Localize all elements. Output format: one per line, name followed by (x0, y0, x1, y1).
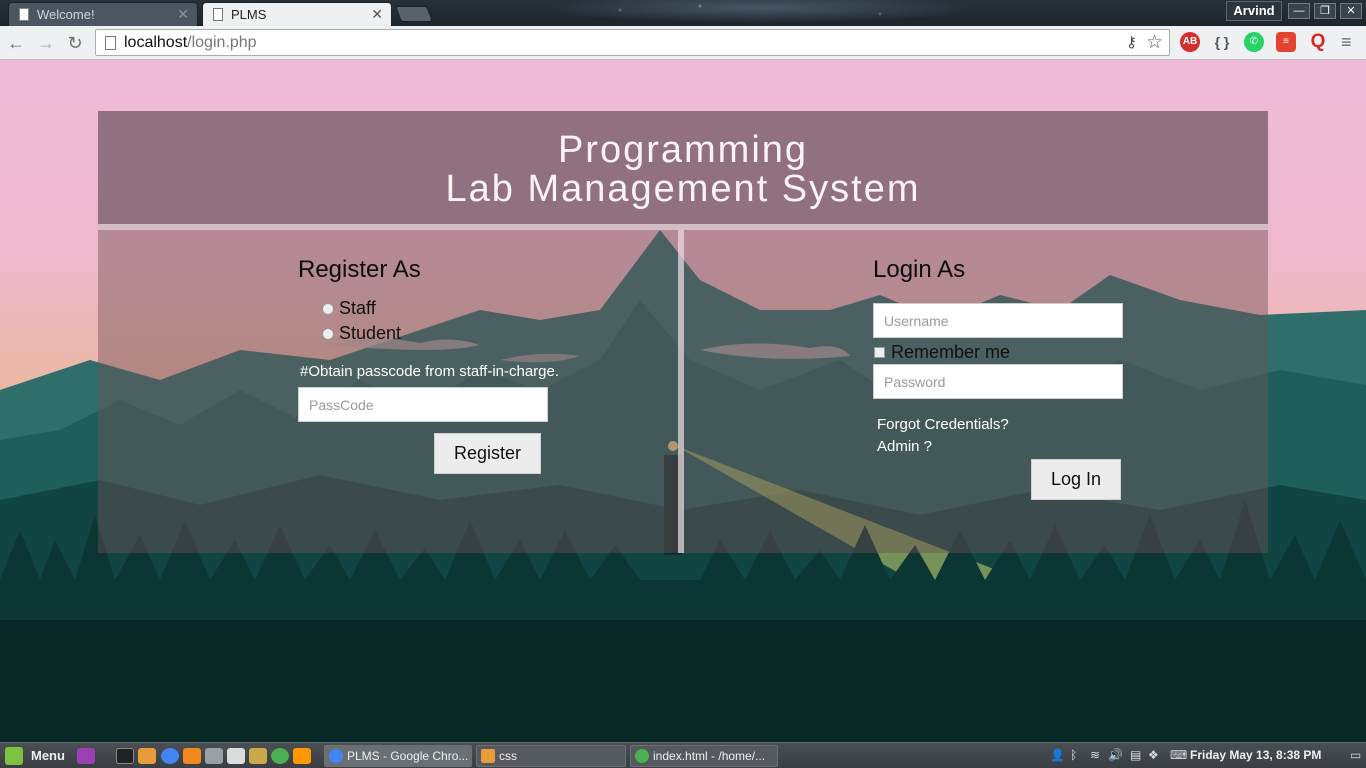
login-title: Login As (873, 256, 966, 283)
radio-label: Staff (339, 298, 376, 318)
username-input[interactable] (873, 303, 1123, 338)
bookmark-star-icon[interactable]: ☆ (1146, 31, 1163, 54)
admin-link[interactable]: Admin ? (877, 438, 932, 455)
radio-button[interactable] (322, 327, 334, 340)
user-icon[interactable]: 👤 (1050, 748, 1065, 762)
radio-staff[interactable]: Staff (322, 298, 376, 319)
archive-icon[interactable] (249, 748, 267, 764)
password-input[interactable] (873, 364, 1123, 399)
back-icon[interactable]: ← (6, 33, 26, 53)
task-chrome[interactable]: PLMS - Google Chro... (324, 745, 472, 767)
radio-button[interactable] (322, 302, 334, 315)
sublime-icon[interactable] (293, 748, 311, 764)
page-icon (19, 8, 29, 21)
clock[interactable]: Friday May 13, 8:38 PM (1190, 748, 1321, 762)
clipboard-icon[interactable]: ▤ (1130, 748, 1141, 762)
chrome-icon[interactable] (161, 748, 179, 764)
folder-icon (481, 749, 495, 763)
forward-icon[interactable]: → (36, 33, 56, 53)
page-icon (105, 35, 116, 50)
tab-welcome[interactable]: Welcome! ✕ (8, 2, 198, 26)
quora-icon[interactable]: Q (1308, 32, 1328, 52)
tab-plms[interactable]: PLMS ✕ (202, 2, 392, 26)
login-button[interactable]: Log In (1031, 459, 1121, 500)
bluetooth-icon[interactable]: ᛒ (1070, 748, 1077, 762)
task-css-folder[interactable]: css (476, 745, 626, 767)
keyboard-icon[interactable]: ⌨ (1170, 748, 1187, 762)
menu-button[interactable]: Menu (31, 748, 65, 763)
radio-student[interactable]: Student (322, 323, 401, 344)
register-title: Register As (298, 256, 421, 283)
header-panel: Programming Lab Management System (98, 111, 1268, 224)
app-launcher-icon[interactable] (77, 748, 95, 764)
browser-toolbar: ← → ↻ localhost /login.php ⚷ ☆ AB { } ✆ … (0, 26, 1366, 60)
register-button[interactable]: Register (434, 433, 541, 474)
mint-menu-icon[interactable] (5, 747, 23, 765)
reload-icon[interactable]: ↻ (65, 33, 85, 53)
folder-icon[interactable] (138, 748, 156, 764)
tab-title: PLMS (231, 7, 267, 22)
device-icon[interactable] (227, 748, 245, 764)
address-bar[interactable]: localhost /login.php ⚷ ☆ (95, 29, 1170, 56)
profile-button[interactable]: Arvind (1226, 1, 1282, 21)
url-path: /login.php (187, 33, 257, 51)
terminal-icon[interactable] (116, 748, 134, 764)
forgot-credentials-link[interactable]: Forgot Credentials? (877, 416, 1009, 433)
tab-title: Welcome! (37, 7, 95, 22)
task-label: css (499, 749, 517, 763)
dropbox-icon[interactable]: ❖ (1148, 748, 1159, 762)
package-icon[interactable] (205, 748, 223, 764)
todoist-icon[interactable]: ≡ (1276, 32, 1296, 52)
minimize-icon[interactable]: — (1288, 3, 1310, 19)
chrome-menu-icon[interactable]: ≡ (1341, 33, 1357, 51)
browser-icon[interactable] (271, 748, 289, 764)
remember-me[interactable]: Remember me (874, 342, 1010, 363)
key-icon[interactable]: ⚷ (1126, 33, 1137, 51)
task-label: index.html - /home/... (653, 749, 766, 763)
vlc-icon[interactable] (183, 748, 201, 764)
restore-icon[interactable]: ❐ (1314, 3, 1336, 19)
task-editor[interactable]: index.html - /home/... (630, 745, 778, 767)
close-window-icon[interactable]: ✕ (1340, 3, 1362, 19)
remember-label: Remember me (891, 342, 1011, 362)
chrome-icon (329, 749, 343, 763)
adblock-icon[interactable]: AB (1180, 32, 1200, 52)
page-title-line1: Programming (557, 129, 809, 171)
close-icon[interactable]: ✕ (371, 6, 383, 23)
tab-strip: Welcome! ✕ PLMS ✕ Arvind — ❐ ✕ (0, 0, 1366, 26)
radio-label: Student (339, 323, 402, 343)
page-icon (213, 8, 223, 21)
brackets-icon[interactable]: { } (1212, 32, 1232, 52)
volume-icon[interactable]: 🔊 (1108, 748, 1123, 762)
browser-chrome: Welcome! ✕ PLMS ✕ Arvind — ❐ ✕ ← → ↻ loc… (0, 0, 1366, 60)
editor-icon (635, 749, 649, 763)
page-viewport: Programming Lab Management System Regist… (0, 60, 1366, 742)
taskbar: Menu PLMS - Google Chro... css index.htm… (0, 742, 1366, 768)
show-desktop-icon[interactable]: ▭ (1350, 748, 1361, 762)
passcode-note: #Obtain passcode from staff-in-charge. (300, 363, 560, 380)
whatsapp-icon[interactable]: ✆ (1244, 32, 1264, 52)
task-label: PLMS - Google Chro... (347, 749, 469, 763)
login-panel: Login As Remember me Forgot Credentials?… (684, 230, 1268, 553)
url-host: localhost (124, 33, 188, 51)
passcode-input[interactable] (298, 387, 548, 422)
page-title-line2: Lab Management System (445, 168, 921, 210)
remember-checkbox[interactable] (874, 347, 885, 358)
wifi-icon[interactable]: ≋ (1090, 748, 1100, 762)
register-panel: Register As Staff Student #Obtain passco… (98, 230, 678, 553)
close-icon[interactable]: ✕ (177, 6, 189, 23)
new-tab-button[interactable] (395, 6, 433, 22)
